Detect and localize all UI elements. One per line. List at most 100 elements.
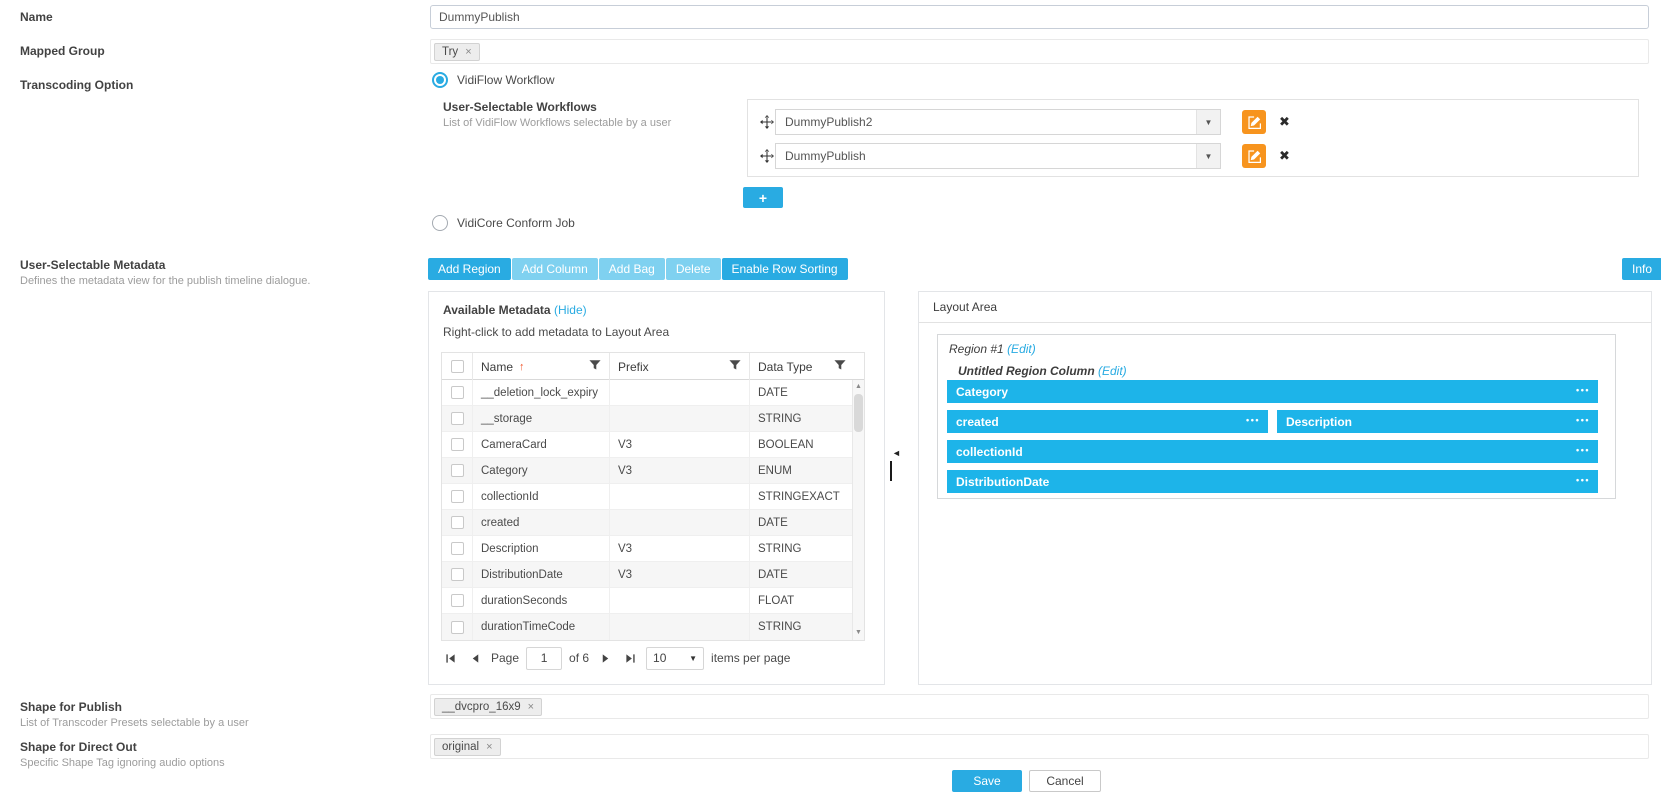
table-pager: Page of 6 10 ▼ items per page — [441, 643, 790, 673]
ellipsis-menu-icon[interactable]: ••• — [1246, 415, 1260, 425]
sort-ascending-icon: ↑ — [519, 361, 525, 373]
table-row[interactable]: collectionId STRINGEXACT — [442, 484, 854, 510]
row-checkbox[interactable] — [451, 438, 464, 451]
table-row[interactable]: durationTimeCode STRING — [442, 614, 854, 640]
name-input[interactable] — [430, 5, 1649, 29]
table-row[interactable]: CameraCard V3 BOOLEAN — [442, 432, 854, 458]
delete-button[interactable]: Delete — [666, 258, 721, 280]
ellipsis-menu-icon[interactable]: ••• — [1576, 475, 1590, 485]
layout-field-bar[interactable]: Description ••• — [1277, 410, 1598, 433]
enable-row-sorting-button[interactable]: Enable Row Sorting — [722, 258, 848, 280]
mapped-group-label: Mapped Group — [20, 44, 105, 58]
table-row[interactable]: __storage STRING — [442, 406, 854, 432]
shape-direct-field[interactable]: original × — [430, 734, 1649, 759]
ellipsis-menu-icon[interactable]: ••• — [1576, 415, 1590, 425]
cancel-button[interactable]: Cancel — [1029, 770, 1101, 792]
row-checkbox[interactable] — [451, 621, 464, 634]
workflow-select[interactable]: DummyPublish2 ▼ — [775, 109, 1221, 135]
hide-link[interactable]: (Hide) — [554, 303, 587, 317]
column-header-prefix[interactable]: Prefix — [609, 353, 749, 380]
region-edit-link[interactable]: (Edit) — [1007, 342, 1036, 356]
row-checkbox[interactable] — [451, 594, 464, 607]
add-column-button[interactable]: Add Column — [512, 258, 598, 280]
add-bag-button[interactable]: Add Bag — [599, 258, 665, 280]
info-button[interactable]: Info — [1622, 258, 1661, 280]
row-checkbox[interactable] — [451, 464, 464, 477]
select-all-checkbox[interactable] — [451, 360, 464, 373]
remove-tag-icon[interactable]: × — [486, 741, 492, 753]
workflow-row: DummyPublish ▼ ✖ — [748, 143, 1638, 169]
cursor-arrow-mark: ◄ — [892, 448, 901, 458]
edit-workflow-button[interactable] — [1242, 144, 1266, 168]
table-row[interactable]: created DATE — [442, 510, 854, 536]
first-page-icon[interactable] — [441, 649, 459, 667]
table-row[interactable]: DistributionDate V3 DATE — [442, 562, 854, 588]
save-button[interactable]: Save — [952, 770, 1022, 792]
previous-page-icon[interactable] — [466, 649, 484, 667]
scrollbar-thumb[interactable] — [854, 394, 863, 432]
table-header: Name ↑ Prefix Data Type — [442, 353, 864, 380]
row-checkbox[interactable] — [451, 516, 464, 529]
remove-workflow-icon[interactable]: ✖ — [1279, 148, 1290, 164]
layout-field-bar[interactable]: collectionId ••• — [947, 440, 1598, 463]
row-checkbox[interactable] — [451, 542, 464, 555]
edit-workflow-button[interactable] — [1242, 110, 1266, 134]
ellipsis-menu-icon[interactable]: ••• — [1576, 445, 1590, 455]
mapped-group-tag: Try × — [434, 43, 480, 61]
remove-tag-icon[interactable]: × — [465, 46, 471, 58]
scroll-down-icon[interactable]: ▼ — [853, 627, 864, 639]
row-checkbox[interactable] — [451, 386, 464, 399]
page-of-label: of 6 — [569, 651, 589, 665]
ellipsis-menu-icon[interactable]: ••• — [1576, 385, 1590, 395]
region-column-label: Untitled Region Column — [958, 364, 1095, 378]
workflow-select[interactable]: DummyPublish ▼ — [775, 143, 1221, 169]
table-row[interactable]: Description V3 STRING — [442, 536, 854, 562]
page-number-input[interactable] — [526, 647, 562, 670]
scroll-up-icon[interactable]: ▲ — [853, 381, 864, 393]
column-header-data-type[interactable]: Data Type — [749, 353, 854, 380]
table-scrollbar[interactable]: ▲ ▼ — [852, 380, 864, 640]
region-box: Region #1 (Edit) Untitled Region Column … — [937, 334, 1616, 499]
add-region-button[interactable]: Add Region — [428, 258, 511, 280]
layout-field-bar[interactable]: DistributionDate ••• — [947, 470, 1598, 493]
vidicore-conform-job-radio[interactable] — [432, 215, 448, 231]
remove-workflow-icon[interactable]: ✖ — [1279, 114, 1290, 130]
last-page-icon[interactable] — [621, 649, 639, 667]
layout-field-bar[interactable]: created ••• — [947, 410, 1268, 433]
layout-field-bar[interactable]: Category ••• — [947, 380, 1598, 403]
chevron-down-icon: ▼ — [689, 654, 697, 663]
column-header-name[interactable]: Name ↑ — [472, 353, 609, 380]
metadata-toolbar: Add Region Add Column Add Bag Delete Ena… — [428, 258, 848, 280]
drag-handle-icon[interactable] — [760, 115, 774, 132]
filter-icon[interactable] — [834, 359, 846, 374]
name-label: Name — [20, 10, 53, 24]
publish-settings-page: Name Mapped Group Try × Transcoding Opti… — [0, 0, 1661, 811]
mapped-group-field[interactable]: Try × — [430, 39, 1649, 64]
text-cursor-mark — [890, 461, 892, 481]
page-size-select[interactable]: 10 ▼ — [646, 647, 704, 670]
region-label: Region #1 — [949, 342, 1004, 356]
chevron-down-icon[interactable]: ▼ — [1196, 110, 1220, 134]
available-metadata-panel: Available Metadata (Hide) Right-click to… — [428, 291, 885, 685]
table-row[interactable]: Category V3 ENUM — [442, 458, 854, 484]
remove-tag-icon[interactable]: × — [528, 701, 534, 713]
row-checkbox[interactable] — [451, 412, 464, 425]
add-workflow-button[interactable]: + — [743, 187, 783, 208]
row-checkbox[interactable] — [451, 568, 464, 581]
vidiflow-workflow-radio[interactable] — [432, 72, 448, 88]
table-row[interactable]: durationSeconds FLOAT — [442, 588, 854, 614]
column-edit-link[interactable]: (Edit) — [1098, 364, 1127, 378]
filter-icon[interactable] — [589, 359, 601, 374]
available-metadata-title: Available Metadata — [443, 303, 551, 317]
vidiflow-workflow-radio-label: VidiFlow Workflow — [457, 73, 555, 87]
next-page-icon[interactable] — [596, 649, 614, 667]
chevron-down-icon[interactable]: ▼ — [1196, 144, 1220, 168]
metadata-table: Name ↑ Prefix Data Type — [441, 352, 865, 641]
table-row[interactable]: __deletion_lock_expiry DATE — [442, 380, 854, 406]
shape-publish-subtitle: List of Transcoder Presets selectable by… — [20, 717, 249, 729]
filter-icon[interactable] — [729, 359, 741, 374]
shape-publish-field[interactable]: __dvcpro_16x9 × — [430, 694, 1649, 719]
page-label: Page — [491, 651, 519, 665]
row-checkbox[interactable] — [451, 490, 464, 503]
drag-handle-icon[interactable] — [760, 149, 774, 166]
